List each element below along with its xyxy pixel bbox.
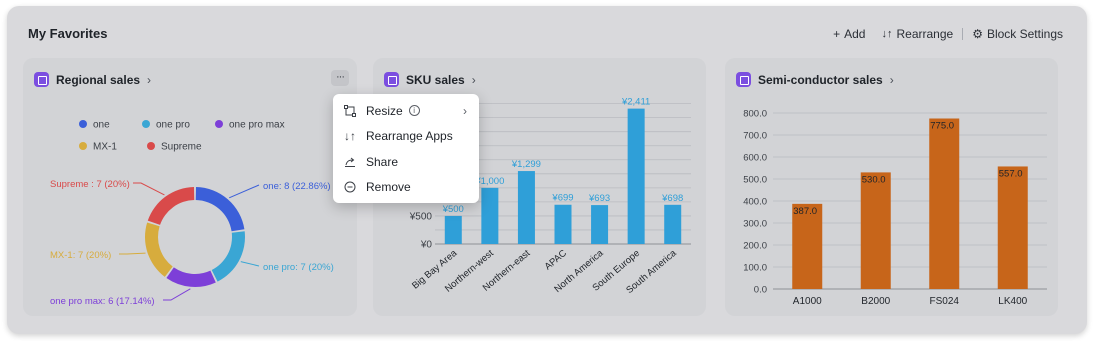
resize-icon bbox=[343, 104, 357, 118]
bar bbox=[554, 204, 572, 244]
legend-label: MX-1 bbox=[93, 142, 117, 153]
donut-slice bbox=[145, 222, 173, 277]
y-tick-label: 400.0 bbox=[743, 197, 767, 208]
slice-label: Supreme : 7 (20%) bbox=[50, 179, 130, 190]
slice-label: one: 8 (22.86%) bbox=[263, 181, 331, 192]
y-tick-label: 600.0 bbox=[743, 153, 767, 164]
leader-line bbox=[119, 252, 146, 255]
leader-line bbox=[240, 261, 260, 267]
slice-label: one pro: 7 (20%) bbox=[263, 262, 334, 273]
x-tick-label: B2000 bbox=[861, 296, 890, 307]
slice-label: MX-1: 7 (20%) bbox=[50, 250, 111, 261]
bar-value-label: 530.0 bbox=[862, 174, 886, 185]
bar-value-label: ¥1,299 bbox=[511, 159, 541, 170]
chevron-right-icon: › bbox=[463, 103, 467, 118]
legend-marker bbox=[79, 142, 87, 150]
y-tick-label: 0.0 bbox=[754, 285, 767, 296]
y-tick-label: 700.0 bbox=[743, 131, 767, 142]
gear-icon: ⚙ bbox=[972, 27, 983, 41]
bar bbox=[627, 108, 645, 245]
page-title: My Favorites bbox=[28, 26, 108, 41]
donut-slice bbox=[147, 187, 195, 225]
plus-icon: + bbox=[833, 27, 841, 41]
x-tick-label: A1000 bbox=[793, 296, 822, 307]
y-tick-label: 300.0 bbox=[743, 219, 767, 230]
legend-label: Supreme bbox=[161, 142, 202, 153]
bar bbox=[997, 166, 1028, 289]
remove-icon bbox=[343, 180, 357, 194]
legend-label: one pro bbox=[156, 120, 190, 131]
bar-value-label: ¥698 bbox=[661, 193, 683, 204]
rearrange-button[interactable]: ↓↑ Rearrange bbox=[881, 27, 953, 41]
block-settings-button[interactable]: ⚙ Block Settings bbox=[972, 27, 1063, 41]
donut-slice bbox=[195, 187, 245, 232]
leader-line bbox=[133, 182, 165, 196]
bar bbox=[444, 215, 462, 244]
bar-value-label: 557.0 bbox=[999, 168, 1023, 179]
card-context-menu: Resize i › ↓↑ Rearrange Apps Share Remov… bbox=[333, 94, 479, 203]
menu-item-label: Remove bbox=[366, 180, 411, 195]
card-regional-sales[interactable]: Regional sales › ··· one one pro one pro m… bbox=[23, 58, 357, 316]
menu-item-label: Resize bbox=[366, 103, 403, 118]
block-settings-label: Block Settings bbox=[986, 27, 1063, 41]
legend-marker bbox=[142, 120, 150, 128]
bar bbox=[664, 204, 682, 244]
bar bbox=[517, 171, 535, 244]
bar-value-label: 775.0 bbox=[930, 121, 954, 132]
bar bbox=[929, 118, 960, 289]
bar bbox=[860, 172, 891, 289]
legend-marker bbox=[147, 142, 155, 150]
menu-item-label: Rearrange Apps bbox=[366, 129, 453, 144]
add-label: Add bbox=[844, 27, 866, 41]
menu-item-share[interactable]: Share bbox=[333, 149, 479, 175]
donut-slice bbox=[211, 231, 245, 282]
legend-marker bbox=[215, 120, 223, 128]
sort-icon: ↓↑ bbox=[344, 129, 356, 144]
menu-item-label: Share bbox=[366, 154, 399, 169]
slice-label: one pro max: 6 (17.14%) bbox=[50, 296, 155, 307]
menu-item-rearrange-apps[interactable]: ↓↑ Rearrange Apps bbox=[333, 124, 479, 150]
y-tick-label: 100.0 bbox=[743, 263, 767, 274]
leader-line bbox=[229, 184, 260, 199]
bar-value-label: 387.0 bbox=[793, 206, 817, 217]
info-icon[interactable]: i bbox=[408, 105, 420, 117]
card-semiconductor-sales[interactable]: Semi-conductor sales › 0.0 100.0 200.0 300.… bbox=[725, 58, 1058, 316]
y-tick-label: 800.0 bbox=[743, 109, 767, 120]
toolbar-divider bbox=[962, 28, 964, 40]
x-tick-label: LK400 bbox=[998, 296, 1027, 307]
bar-value-label: ¥693 bbox=[588, 193, 610, 204]
x-tick-label: APAC bbox=[543, 248, 569, 273]
bar-value-label: ¥500 bbox=[442, 204, 464, 215]
panel-toolbar: + Add ↓↑ Rearrange ⚙ Block Settings bbox=[833, 27, 1063, 41]
bar bbox=[481, 187, 499, 244]
y-tick-label: ¥500 bbox=[409, 211, 433, 222]
sort-icon: ↓↑ bbox=[881, 28, 893, 40]
legend-marker bbox=[79, 120, 87, 128]
donut-slice bbox=[166, 267, 216, 287]
add-button[interactable]: + Add bbox=[833, 27, 865, 41]
legend-label: one pro max bbox=[229, 120, 285, 131]
y-tick-label: 500.0 bbox=[743, 175, 767, 186]
menu-item-remove[interactable]: Remove bbox=[333, 175, 479, 201]
donut-chart: one one pro one pro max MX-1 Supreme one: 8 (… bbox=[50, 120, 334, 308]
semiconductor-bar-chart: 0.0 100.0 200.0 300.0 400.0 500.0 600.0 700.0 80… bbox=[743, 109, 1047, 307]
bar bbox=[591, 205, 609, 244]
legend-label: one bbox=[93, 120, 110, 131]
y-tick-label: ¥0 bbox=[420, 240, 433, 251]
x-tick-label: FS024 bbox=[930, 296, 960, 307]
leader-line bbox=[163, 288, 191, 301]
rearrange-label: Rearrange bbox=[896, 27, 954, 41]
bar-value-label: ¥699 bbox=[551, 193, 573, 204]
bar-value-label: ¥2,411 bbox=[621, 97, 650, 108]
share-icon bbox=[343, 155, 357, 169]
y-tick-label: 200.0 bbox=[743, 241, 767, 252]
menu-item-resize[interactable]: Resize i › bbox=[333, 98, 479, 124]
